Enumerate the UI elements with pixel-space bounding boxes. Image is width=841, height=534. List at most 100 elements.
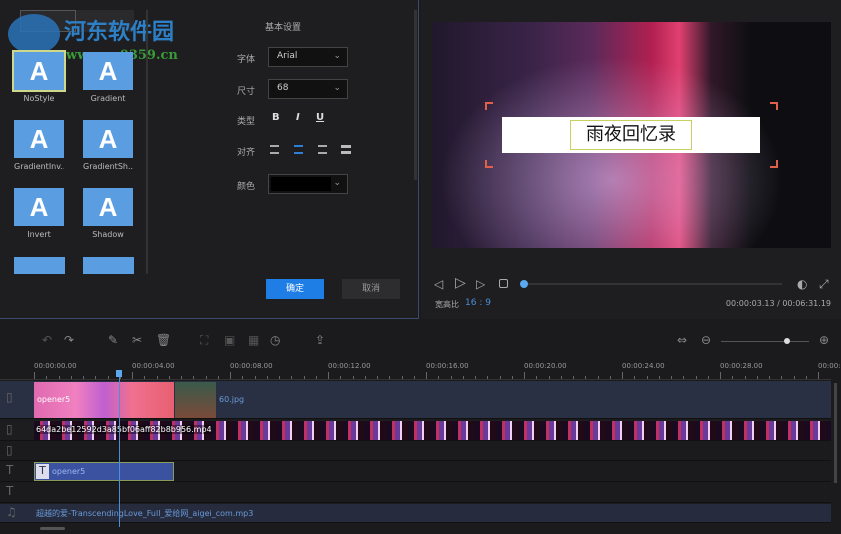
stop-icon[interactable] xyxy=(499,279,508,288)
panel-divider xyxy=(146,10,148,274)
style-label: Shadow xyxy=(92,230,124,239)
align-justify-icon[interactable] xyxy=(341,145,351,154)
resize-handle[interactable] xyxy=(770,160,778,168)
edit-icon[interactable]: ✎ xyxy=(108,333,118,347)
clip-text[interactable]: Topener5 xyxy=(34,462,174,481)
mosaic-icon[interactable]: ▦ xyxy=(248,333,259,347)
style-thumbnail: A xyxy=(83,120,133,158)
ruler-tick xyxy=(524,372,525,379)
ruler-label: 00:00:24.00 xyxy=(622,362,665,370)
zoom-handle[interactable] xyxy=(784,338,790,344)
playhead[interactable] xyxy=(119,372,120,527)
font-label: 字体 xyxy=(237,55,256,65)
style-option[interactable]: A Invert xyxy=(14,188,64,256)
ruler-tick xyxy=(720,372,721,379)
ruler-tick xyxy=(818,372,819,379)
chevron-down-icon: ⌄ xyxy=(333,178,341,188)
style-option[interactable]: A Gradient xyxy=(83,52,133,120)
style-thumbnail: A xyxy=(14,120,64,158)
audio-track-icon: ♫ xyxy=(6,505,17,519)
text-track-icon: T xyxy=(6,463,14,477)
clip-opener[interactable]: opener5 xyxy=(34,382,174,418)
duration-icon[interactable]: ◷ xyxy=(270,333,280,347)
clip-video[interactable]: 64da2be12592d3a85bf06aff82b8b956.mp4 xyxy=(34,421,831,440)
underline-button[interactable]: U xyxy=(316,112,324,123)
zoom-in-icon[interactable]: ⊕ xyxy=(819,333,829,347)
font-value: Arial xyxy=(277,51,298,61)
clip-label: opener5 xyxy=(52,467,86,476)
horizontal-scrollbar[interactable] xyxy=(40,527,65,530)
vertical-scrollbar[interactable] xyxy=(834,383,837,483)
bold-button[interactable]: B xyxy=(272,112,280,123)
ruler-label: 00:00:28.00 xyxy=(720,362,763,370)
style-label: Gradient xyxy=(90,94,126,103)
ruler-label: 00:00:08.00 xyxy=(230,362,273,370)
resize-handle[interactable] xyxy=(770,102,778,110)
zoom-clip-icon[interactable]: ▣ xyxy=(224,333,235,347)
video-track-icon: ▯ xyxy=(6,443,13,457)
volume-icon[interactable]: ◐ xyxy=(797,277,807,291)
video-track-icon: ▯ xyxy=(6,422,13,436)
resize-handle[interactable] xyxy=(485,102,493,110)
zoom-out-icon[interactable]: ⊖ xyxy=(701,333,711,347)
clip-image-thumb[interactable] xyxy=(175,382,216,418)
ruler-label: 00:00:12.00 xyxy=(328,362,371,370)
cancel-button[interactable]: 取消 xyxy=(342,279,400,299)
chevron-down-icon: ⌄ xyxy=(333,51,341,61)
ruler-label: 00:00:16.00 xyxy=(426,362,469,370)
watermark-logo-icon xyxy=(8,14,60,54)
clip-audio-label[interactable]: 超越的爱-TranscendingLove_Full_爱给网_aigei_com… xyxy=(36,508,253,519)
ruler-label: 00:00:20.00 xyxy=(524,362,567,370)
style-thumb-partial[interactable] xyxy=(83,257,134,274)
color-label: 颜色 xyxy=(237,182,256,192)
color-select[interactable]: ⌄ xyxy=(268,174,348,194)
next-frame-icon[interactable]: ▷ xyxy=(476,277,485,291)
text-clip-icon: T xyxy=(36,464,49,479)
prev-frame-icon[interactable]: ◁ xyxy=(434,277,443,291)
ruler-tick xyxy=(426,372,427,379)
zoom-slider[interactable] xyxy=(721,338,809,344)
fit-icon[interactable]: ⇔ xyxy=(677,333,687,347)
export-icon[interactable]: ⇪ xyxy=(315,333,325,347)
clip-label: opener5 xyxy=(37,395,71,404)
align-right-icon[interactable] xyxy=(318,145,327,154)
style-label: Invert xyxy=(27,230,51,239)
ruler-label: 00:00:32.00 xyxy=(818,362,841,370)
caption-selection[interactable] xyxy=(570,120,692,150)
clip-image-label[interactable]: 60.jpg xyxy=(219,395,244,404)
ok-button[interactable]: 确定 xyxy=(266,279,324,299)
style-option[interactable]: A NoStyle xyxy=(12,50,66,120)
italic-button[interactable]: I xyxy=(296,112,300,123)
resize-handle[interactable] xyxy=(485,160,493,168)
style-option[interactable]: A Shadow xyxy=(83,188,133,256)
undo-icon[interactable]: ↶ xyxy=(42,333,52,347)
style-thumbnail: A xyxy=(83,188,133,226)
fullscreen-icon[interactable]: ⤢ xyxy=(819,277,829,292)
scrollbar[interactable] xyxy=(414,10,417,180)
align-center-icon[interactable] xyxy=(294,145,303,154)
delete-icon[interactable]: 🗑 xyxy=(156,333,171,347)
video-track-icon: ▯ xyxy=(6,390,13,404)
progress-slider[interactable] xyxy=(520,280,782,288)
aspect-label: 宽高比 xyxy=(435,300,459,309)
size-select[interactable]: 68 ⌄ xyxy=(268,79,348,99)
align-left-icon[interactable] xyxy=(270,145,279,154)
aspect-value[interactable]: 16 : 9 xyxy=(465,298,491,308)
color-swatch xyxy=(271,177,331,191)
playhead-handle[interactable] xyxy=(116,370,122,377)
style-option[interactable]: A GradientSh... xyxy=(83,120,133,188)
align-label: 对齐 xyxy=(237,148,256,158)
crop-icon[interactable]: ⛶ xyxy=(200,333,208,348)
style-thumb-partial[interactable] xyxy=(14,257,65,274)
ruler-label: 00:00:00.00 xyxy=(34,362,77,370)
play-icon[interactable]: ▷ xyxy=(455,275,466,291)
settings-title: 基本设置 xyxy=(265,23,302,33)
redo-icon[interactable]: ↷ xyxy=(64,333,74,347)
title-style-panel: 河东软件园 www.pc0359.cn ANoStyleAGradientAGr… xyxy=(0,0,419,319)
style-label: NoStyle xyxy=(23,94,55,103)
font-select[interactable]: Arial ⌄ xyxy=(268,47,348,67)
style-option[interactable]: A GradientInv... xyxy=(14,120,64,188)
cut-icon[interactable]: ✂ xyxy=(132,333,142,347)
ruler-tick xyxy=(34,372,35,379)
style-thumbnail: A xyxy=(12,50,66,92)
